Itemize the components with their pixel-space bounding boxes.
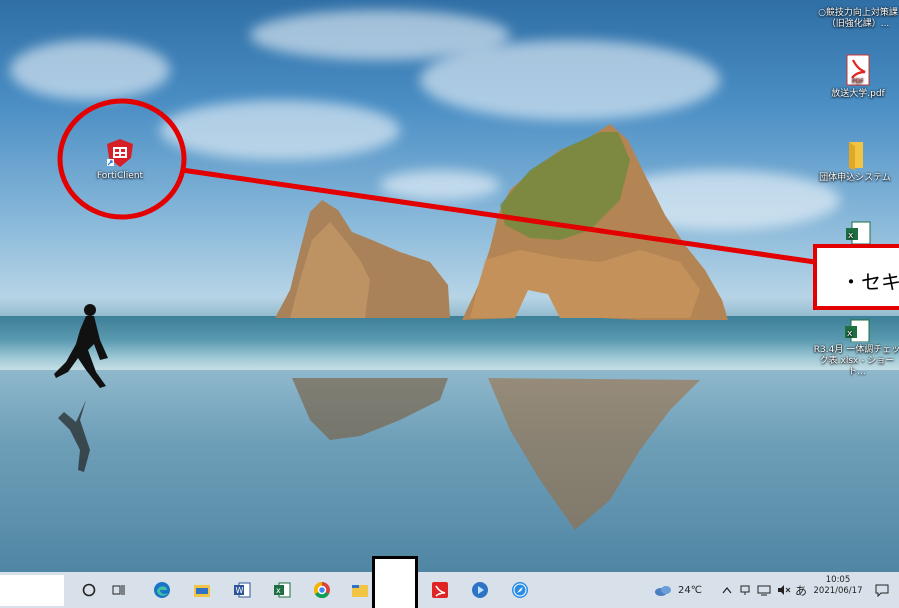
speaker-muted-icon[interactable]	[776, 572, 792, 608]
safari-icon[interactable]	[508, 572, 532, 608]
notification-icon[interactable]	[872, 572, 892, 608]
weather-widget[interactable]: 24℃	[654, 572, 714, 608]
svg-text:PDF: PDF	[852, 78, 864, 85]
edge-icon[interactable]	[150, 572, 174, 608]
desktop-icon-excel-b[interactable]: x R3.4月 一体調チェック表.xlsx - ショート...	[812, 318, 899, 378]
desktop-icon-pdf[interactable]: PDF 放送大学.pdf	[818, 54, 898, 100]
clock-date: 2021/06/17	[813, 586, 863, 596]
ime-label: あ	[794, 583, 807, 598]
folder-icon	[849, 142, 863, 170]
desktop-icon-excel-a[interactable]: x	[838, 220, 878, 247]
forticlient-label: FortiClient	[96, 171, 144, 181]
folder-taskbar-icon[interactable]	[348, 572, 372, 608]
word-icon[interactable]: W	[230, 572, 254, 608]
excel-shortcut-icon: x	[845, 319, 870, 342]
folder-label: 団体申込システム	[819, 173, 891, 183]
display-icon[interactable]	[756, 572, 772, 608]
excel-b-label: R3.4月 一体調チェック表.xlsx - ショート...	[813, 345, 899, 377]
annotation-marker	[57, 98, 816, 265]
svg-text:x: x	[848, 231, 854, 241]
taskbar-search-box[interactable]	[0, 575, 64, 606]
callout-text: ・セキ	[841, 270, 899, 294]
clock-time: 10:05	[825, 575, 851, 585]
pdf-file-icon: PDF	[846, 54, 870, 86]
desktop: FortiClient ○競技力向上対策課（旧強化課）... PDF 放送大学.…	[0, 0, 899, 608]
chevron-up-icon[interactable]	[720, 572, 734, 608]
pdf-label: 放送大学.pdf	[831, 89, 885, 99]
pdf-taskbar-icon[interactable]	[428, 572, 452, 608]
ime-indicator[interactable]: あ	[794, 572, 808, 608]
explorer-icon[interactable]	[190, 572, 214, 608]
desktop-icon-folder[interactable]: 団体申込システム	[810, 140, 899, 184]
clock[interactable]: 10:05 2021/06/17	[812, 575, 864, 597]
svg-text:x: x	[276, 586, 281, 595]
task-view-icon[interactable]	[108, 572, 130, 608]
folder-top-label: ○競技力向上対策課（旧強化課）...	[818, 8, 898, 29]
chrome-icon[interactable]	[310, 572, 334, 608]
app-taskbar-icon[interactable]	[468, 572, 492, 608]
cortana-icon[interactable]	[78, 572, 100, 608]
excel-file-icon: x	[846, 221, 871, 244]
svg-text:W: W	[236, 586, 244, 595]
forticlient-icon	[107, 139, 133, 167]
excel-icon[interactable]: x	[270, 572, 294, 608]
desktop-icon-forticlient[interactable]: FortiClient	[84, 138, 156, 182]
weather-temp: 24℃	[678, 584, 702, 596]
redaction-block	[372, 556, 418, 608]
network-icon[interactable]	[738, 572, 752, 608]
annotation-callout: ・セキ	[813, 244, 899, 310]
svg-text:x: x	[847, 329, 853, 339]
cloud-icon	[655, 586, 671, 596]
desktop-icon-folder-top[interactable]: ○競技力向上対策課（旧強化課）...	[815, 8, 899, 30]
